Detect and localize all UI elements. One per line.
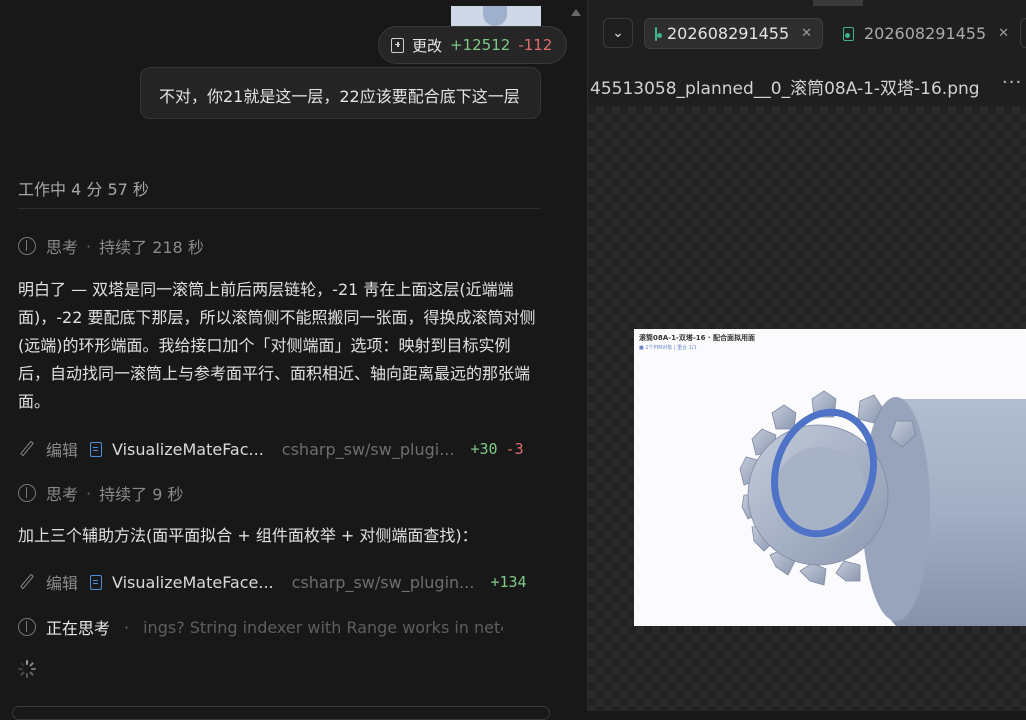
close-icon[interactable]: ✕ bbox=[801, 26, 812, 41]
changes-label: 更改 bbox=[412, 36, 443, 55]
brain-icon bbox=[18, 618, 36, 636]
image-viewer-panel: ⌄ 202608291455 ✕ 202608291455 ✕ 45513058… bbox=[588, 0, 1026, 711]
divider bbox=[18, 208, 541, 209]
tab-image-2[interactable]: 202608291455 ✕ bbox=[843, 18, 1009, 49]
separator-dot: · bbox=[86, 236, 92, 256]
brain-icon bbox=[18, 237, 36, 255]
lines-removed: -112 bbox=[518, 36, 553, 54]
thought-label: 思考 bbox=[46, 238, 79, 257]
diff-file-icon bbox=[391, 37, 404, 53]
thought-block-1[interactable]: 思考 · 持续了 218 秒 bbox=[18, 234, 204, 258]
thinking-stream-text: ings? String indexer with Range works in… bbox=[143, 617, 504, 637]
file-path-bar: 45513058_planned__0_滚筒08A-1-双塔-16.png ··… bbox=[588, 62, 1026, 106]
attached-image-thumbnail[interactable] bbox=[451, 6, 541, 26]
edit-label: 编辑 bbox=[46, 441, 79, 460]
edited-file-path: csharp_sw/sw_plugin... bbox=[291, 572, 475, 592]
edit-lines-added: +134 bbox=[490, 573, 527, 591]
tab-bar: ⌄ 202608291455 ✕ 202608291455 ✕ bbox=[588, 0, 1026, 63]
rendered-image: 滚筒08A-1-双塔-16 · 配合面拟用面 ■ 1个PMI对象 | 重合 1/… bbox=[634, 329, 1026, 626]
edited-file-name[interactable]: VisualizeMateFace... bbox=[112, 573, 274, 592]
edit-block-1[interactable]: 编辑 VisualizeMateFac... csharp_sw/sw_plug… bbox=[18, 437, 524, 461]
thought-duration: 持续了 218 秒 bbox=[99, 238, 204, 257]
edited-file-name[interactable]: VisualizeMateFac... bbox=[112, 440, 264, 459]
edit-lines-added: +30 bbox=[470, 440, 498, 458]
edited-file-path: csharp_sw/sw_plugi... bbox=[281, 439, 455, 459]
preview-title: 滚筒08A-1-双塔-16 · 配合面拟用面 bbox=[639, 334, 756, 342]
assistant-paragraph-1: 明白了 — 双塔是同一滚筒上前后两层链轮，-21 靑在上面这层(近端端面)，-2… bbox=[18, 280, 536, 411]
tab-label: 202608291455 bbox=[667, 24, 790, 43]
image-file-icon bbox=[655, 26, 662, 41]
pencil-icon bbox=[18, 573, 36, 591]
loading-spinner-icon bbox=[18, 660, 36, 678]
image-file-icon bbox=[843, 26, 854, 41]
close-icon[interactable]: ✕ bbox=[998, 26, 1009, 41]
composer-input-edge[interactable] bbox=[12, 706, 550, 720]
separator-dot: · bbox=[86, 483, 92, 503]
pencil-icon bbox=[18, 440, 36, 458]
file-icon bbox=[90, 574, 103, 590]
scroll-up-icon[interactable] bbox=[571, 9, 581, 16]
separator-dot: · bbox=[124, 617, 130, 637]
file-title: 45513058_planned__0_滚筒08A-1-双塔-16.png bbox=[590, 79, 980, 99]
preview-legend: ■ 1个PMI对象 | 重合 1/1 bbox=[639, 344, 697, 351]
thought-block-2[interactable]: 思考 · 持续了 9 秒 bbox=[18, 481, 183, 505]
edit-lines-removed: -3 bbox=[505, 440, 524, 458]
chevrons-down-icon: ⌄ bbox=[612, 25, 624, 41]
image-canvas[interactable]: 滚筒08A-1-双塔-16 · 配合面拟用面 ■ 1个PMI对象 | 重合 1/… bbox=[588, 106, 1026, 711]
thinking-now-label: 正在思考 bbox=[46, 619, 111, 638]
preview-legend-text: ■ 1个PMI对象 | 重合 1/1 bbox=[639, 345, 697, 351]
brain-icon bbox=[18, 484, 36, 502]
tab-image-1[interactable]: 202608291455 ✕ bbox=[644, 18, 823, 49]
chat-panel: 更改 +12512 -112 不对，你21就是这一层，22应该要配合底下这一层 … bbox=[0, 0, 587, 720]
edit-label: 编辑 bbox=[46, 574, 79, 593]
thought-duration: 持续了 9 秒 bbox=[99, 485, 184, 504]
thought-label: 思考 bbox=[46, 485, 79, 504]
assistant-paragraph-2: 加上三个辅助方法(面平面拟合 + 组件面枚举 + 对侧端面查找)： bbox=[18, 526, 478, 545]
thinking-now-block: 正在思考 · ings? String indexer with Range w… bbox=[18, 615, 503, 639]
lines-added: +12512 bbox=[450, 36, 511, 54]
tab-label: 202608291455 bbox=[864, 24, 987, 43]
changes-summary-button[interactable]: 更改 +12512 -112 bbox=[378, 26, 567, 64]
working-status: 工作中 4 分 57 秒 bbox=[18, 180, 149, 199]
tab-bar-indicator bbox=[813, 0, 863, 6]
file-icon bbox=[90, 441, 103, 457]
tab-overflow-button[interactable]: ⌄ bbox=[603, 18, 633, 48]
tab-scroll-right[interactable] bbox=[1020, 18, 1026, 48]
sprocket-render bbox=[634, 329, 1026, 626]
edit-block-2[interactable]: 编辑 VisualizeMateFace... csharp_sw/sw_plu… bbox=[18, 570, 527, 594]
user-message: 不对，你21就是这一层，22应该要配合底下这一层 bbox=[140, 67, 541, 119]
more-options-icon[interactable]: ··· bbox=[1002, 72, 1022, 93]
